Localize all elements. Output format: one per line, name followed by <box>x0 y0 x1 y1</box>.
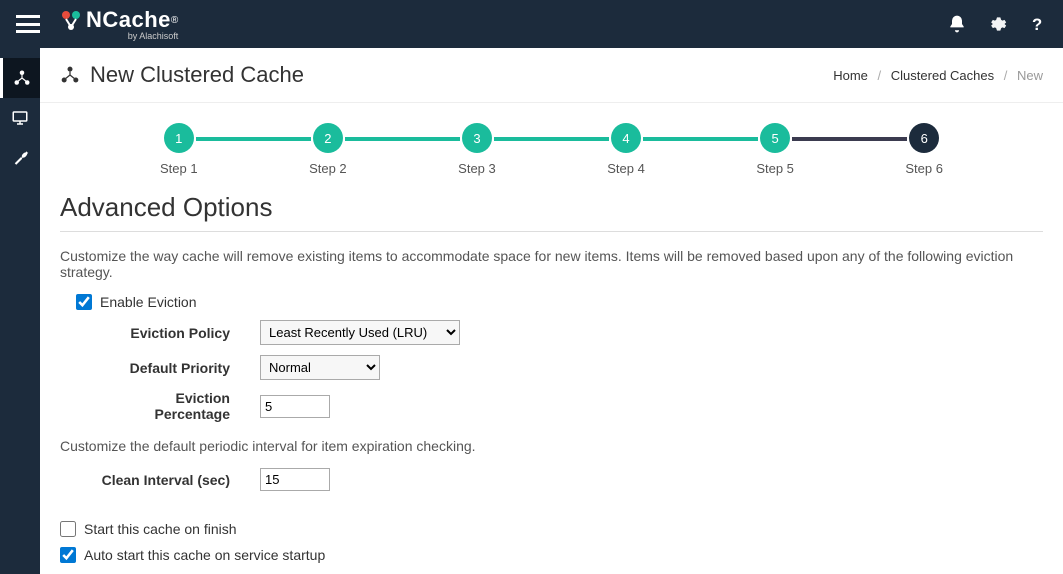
step-1[interactable]: 1 Step 1 <box>160 123 198 176</box>
sidebar-item-cluster[interactable] <box>0 58 40 98</box>
sidebar <box>0 48 40 574</box>
enable-eviction-checkbox[interactable] <box>76 294 92 310</box>
eviction-policy-label: Eviction Policy <box>100 325 260 341</box>
auto-start-label[interactable]: Auto start this cache on service startup <box>84 547 325 563</box>
step-6[interactable]: 6 Step 6 <box>905 123 943 176</box>
default-priority-label: Default Priority <box>100 360 260 376</box>
breadcrumb-home[interactable]: Home <box>833 68 868 83</box>
enable-eviction-label[interactable]: Enable Eviction <box>100 294 197 310</box>
bell-icon[interactable] <box>947 14 967 34</box>
main-content: New Clustered Cache Home / Clustered Cac… <box>40 48 1063 574</box>
page-title: New Clustered Cache <box>90 62 304 88</box>
eviction-policy-select[interactable]: Least Recently Used (LRU) <box>260 320 460 345</box>
breadcrumb-current: New <box>1017 68 1043 83</box>
eviction-percentage-label: Eviction Percentage <box>100 390 260 422</box>
brand-logo[interactable]: NCache ® by Alachisoft <box>60 7 178 41</box>
eviction-percentage-input[interactable] <box>260 395 330 418</box>
start-on-finish-label[interactable]: Start this cache on finish <box>84 521 237 537</box>
clean-interval-description: Customize the default periodic interval … <box>60 438 1043 454</box>
breadcrumb: Home / Clustered Caches / New <box>833 68 1043 83</box>
step-5[interactable]: 5 Step 5 <box>756 123 794 176</box>
start-on-finish-checkbox[interactable] <box>60 521 76 537</box>
clean-interval-label: Clean Interval (sec) <box>100 472 260 488</box>
help-icon[interactable]: ? <box>1027 14 1047 34</box>
sidebar-item-tools[interactable] <box>0 138 40 178</box>
brand-name: NCache <box>86 7 171 33</box>
wizard-stepper: 1 Step 1 2 Step 2 3 Step 3 4 Step 4 5 St… <box>40 103 1063 186</box>
gear-icon[interactable] <box>987 14 1007 34</box>
section-title: Advanced Options <box>60 192 1043 232</box>
auto-start-row: Auto start this cache on service startup <box>60 547 1043 563</box>
auto-start-checkbox[interactable] <box>60 547 76 563</box>
start-on-finish-row: Start this cache on finish <box>60 521 1043 537</box>
default-priority-select[interactable]: Normal <box>260 355 380 380</box>
step-3[interactable]: 3 Step 3 <box>458 123 496 176</box>
cluster-icon <box>60 65 80 85</box>
svg-text:?: ? <box>1032 15 1042 34</box>
step-4[interactable]: 4 Step 4 <box>607 123 645 176</box>
logo-icon <box>60 9 82 31</box>
menu-toggle[interactable] <box>16 15 40 33</box>
clean-interval-input[interactable] <box>260 468 330 491</box>
eviction-description: Customize the way cache will remove exis… <box>60 248 1043 280</box>
step-2[interactable]: 2 Step 2 <box>309 123 347 176</box>
sidebar-item-monitor[interactable] <box>0 98 40 138</box>
breadcrumb-clustered[interactable]: Clustered Caches <box>891 68 994 83</box>
page-header: New Clustered Cache Home / Clustered Cac… <box>40 48 1063 103</box>
enable-eviction-row: Enable Eviction <box>76 294 1043 310</box>
topbar: NCache ® by Alachisoft ? <box>0 0 1063 48</box>
